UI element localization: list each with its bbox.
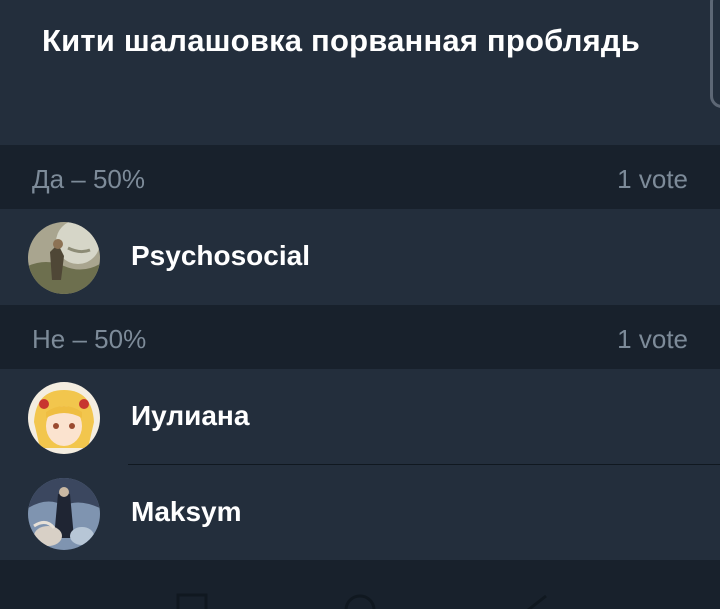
home-icon[interactable] — [342, 592, 378, 609]
option-label: Да – 50% — [32, 164, 146, 194]
anime-girl-avatar — [28, 382, 100, 454]
scroll-edge-indicator — [710, 0, 720, 108]
voter-row-maksym[interactable]: Maksym — [0, 465, 720, 561]
poll-title-block: Кити шалашовка порванная проблядь — [0, 0, 720, 145]
voter-name: Psychosocial — [131, 240, 310, 271]
voter-name: Maksym — [131, 496, 242, 527]
option-header-yes: Да – 50% 1 vote — [0, 145, 720, 209]
recent-apps-icon[interactable] — [175, 592, 209, 609]
voter-row-psychosocial[interactable]: Psychosocial — [0, 209, 720, 305]
system-navigation-bar — [0, 560, 720, 609]
option-header-no: Не – 50% 1 vote — [0, 305, 720, 369]
vote-count: 1 vote — [617, 324, 688, 354]
painting-avatar — [28, 478, 100, 550]
painting-avatar — [28, 222, 100, 294]
vote-count: 1 vote — [617, 164, 688, 194]
poll-results-screen: Кити шалашовка порванная проблядь Да – 5… — [0, 0, 720, 609]
voter-name: Иулиана — [131, 400, 250, 431]
poll-title: Кити шалашовка порванная проблядь — [42, 23, 641, 58]
voter-row-iuliana[interactable]: Иулиана — [0, 369, 720, 465]
back-icon[interactable] — [520, 592, 550, 609]
option-label: Не – 50% — [32, 324, 147, 354]
